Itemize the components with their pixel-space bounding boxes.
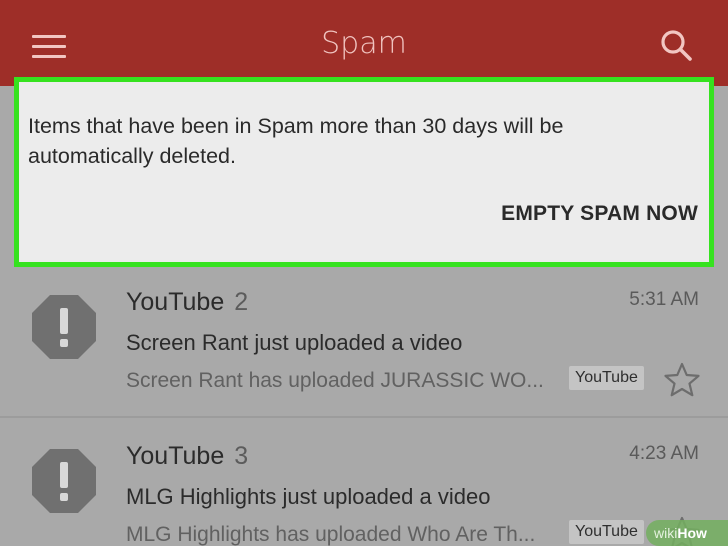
email-time: 4:23 AM xyxy=(629,443,699,464)
label-chip: YouTube xyxy=(569,520,644,544)
label-chip: YouTube xyxy=(569,366,644,390)
email-row[interactable]: YouTube 2 5:31 AM Screen Rant just upload… xyxy=(0,264,728,416)
thread-count: 3 xyxy=(234,442,249,470)
app-bar: Spam xyxy=(0,0,728,86)
watermark-part1: wiki xyxy=(654,525,678,541)
spam-warning-icon xyxy=(30,447,98,515)
email-snippet: MLG Highlights has uploaded Who Are Th..… xyxy=(126,523,536,546)
email-sender: YouTube 2 xyxy=(126,288,248,317)
sender-name: YouTube xyxy=(126,288,225,316)
email-sender: YouTube 3 xyxy=(126,442,248,471)
star-icon[interactable] xyxy=(663,361,701,399)
thread-count: 2 xyxy=(234,288,249,316)
email-row[interactable]: YouTube 3 4:23 AM MLG Highlights just upl… xyxy=(0,418,728,546)
wikihow-watermark: wikiHow xyxy=(646,520,728,546)
sender-name: YouTube xyxy=(126,442,225,470)
empty-spam-now-button[interactable]: EMPTY SPAM NOW xyxy=(501,202,698,226)
spam-warning-icon xyxy=(30,293,98,361)
watermark-part2: How xyxy=(677,525,707,541)
page-title: Spam xyxy=(321,26,407,61)
banner-message: Items that have been in Spam more than 3… xyxy=(28,114,564,168)
email-subject: Screen Rant just uploaded a video xyxy=(126,330,463,355)
search-icon[interactable] xyxy=(656,26,696,66)
email-time: 5:31 AM xyxy=(629,289,699,310)
spam-info-banner: Items that have been in Spam more than 3… xyxy=(14,77,714,267)
email-subject: MLG Highlights just uploaded a video xyxy=(126,484,491,509)
email-snippet: Screen Rant has uploaded JURASSIC WO... xyxy=(126,369,544,392)
